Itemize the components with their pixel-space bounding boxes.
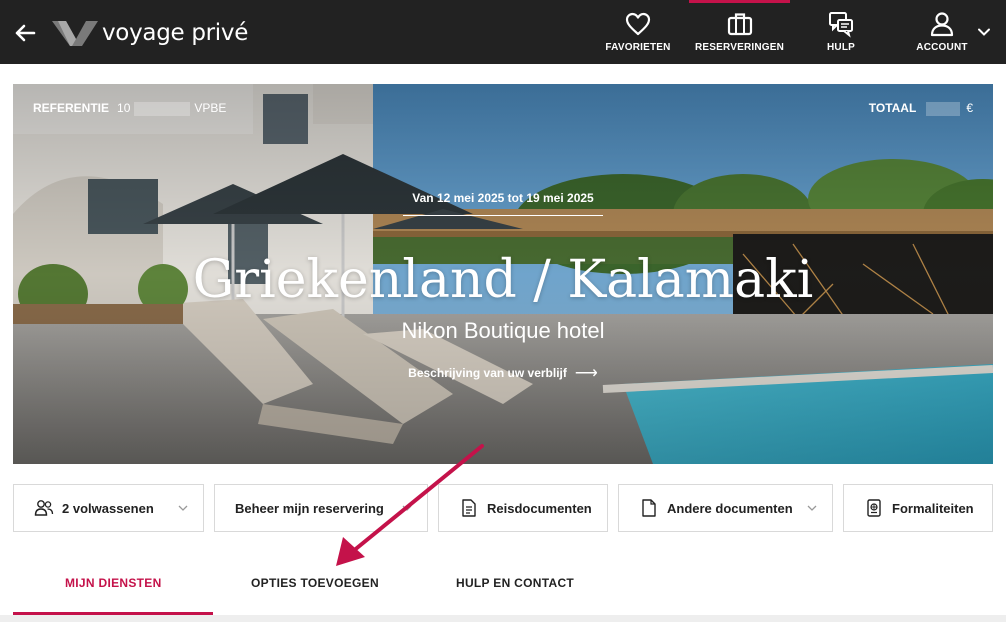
hotel-name: Nikon Boutique hotel xyxy=(401,318,605,343)
travel-documents-label: Reisdocumenten xyxy=(487,500,592,516)
nav-favorites-label: FAVORIETEN xyxy=(605,42,671,53)
reference-label: REFERENTIE xyxy=(33,101,110,115)
nav-favorites[interactable]: FAVORIETEN xyxy=(603,0,673,64)
people-icon xyxy=(34,500,54,516)
travel-documents-button[interactable]: Reisdocumenten xyxy=(438,484,608,532)
chevron-down-icon xyxy=(807,505,817,511)
nav-help[interactable]: HULP xyxy=(810,0,872,64)
formalities-label: Formaliteiten xyxy=(892,500,974,516)
content-area-top xyxy=(0,615,1006,622)
chevron-down-icon xyxy=(402,505,412,511)
chevron-down-icon xyxy=(178,505,188,511)
tab-help-contact[interactable]: HULP EN CONTACT xyxy=(456,576,574,590)
nav-help-label: HULP xyxy=(826,42,856,53)
passport-icon xyxy=(867,499,881,517)
logo-text: voyage privé xyxy=(102,20,249,46)
file-icon xyxy=(642,499,656,517)
logo-mark-icon xyxy=(52,21,98,46)
user-icon xyxy=(930,12,954,37)
tab-add-options[interactable]: OPTIES TOEVOEGEN xyxy=(251,576,379,590)
destination-title: Griekenland / Kalamaki xyxy=(192,250,814,310)
formalities-button[interactable]: Formaliteiten xyxy=(843,484,993,532)
top-navigation-bar: voyage privé FAVORIETEN RESERVERINGEN HU… xyxy=(0,0,1006,64)
travellers-dropdown[interactable]: 2 volwassenen xyxy=(13,484,204,532)
total-price: TOTAAL € xyxy=(869,101,973,116)
reservation-hero: REFERENTIE 10 VPBE TOTAAL € Van 12 mei 2025… xyxy=(13,84,993,464)
dates-divider xyxy=(403,215,603,216)
stay-dates: Van 12 mei 2025 tot 19 mei 2025 xyxy=(412,191,594,205)
heart-icon xyxy=(625,12,651,36)
document-icon xyxy=(462,499,476,517)
total-label: TOTAAL xyxy=(868,101,917,115)
nav-reservations-label: RESERVERINGEN xyxy=(694,42,785,53)
manage-reservation-dropdown[interactable]: Beheer mijn reservering xyxy=(214,484,428,532)
reference-suffix: VPBE xyxy=(194,101,227,115)
nav-account[interactable]: ACCOUNT xyxy=(912,0,972,64)
travellers-label: 2 volwassenen xyxy=(62,500,154,516)
currency-symbol: € xyxy=(966,101,973,115)
nav-reservations[interactable]: RESERVERINGEN xyxy=(689,0,790,64)
account-chevron-down-icon[interactable] xyxy=(977,25,991,39)
stay-description-link-label: Beschrijving van uw verblijf xyxy=(408,366,567,380)
chat-icon xyxy=(829,12,853,38)
nav-account-label: ACCOUNT xyxy=(916,42,968,53)
other-documents-dropdown[interactable]: Andere documenten xyxy=(618,484,833,532)
tab-my-services[interactable]: MIJN DIENSTEN xyxy=(65,576,162,590)
arrow-right-icon: ⟶ xyxy=(574,365,598,382)
voyage-prive-logo[interactable]: voyage privé xyxy=(52,18,248,48)
redacted-total xyxy=(926,101,961,116)
suitcase-icon xyxy=(727,13,752,36)
reference-number: REFERENTIE 10 VPBE xyxy=(33,101,226,116)
other-documents-label: Andere documenten xyxy=(667,500,793,516)
back-arrow-icon[interactable] xyxy=(12,20,38,46)
manage-reservation-label: Beheer mijn reservering xyxy=(235,500,384,516)
reference-prefix: 10 xyxy=(117,101,131,115)
stay-description-link[interactable]: Beschrijving van uw verblijf ⟶ xyxy=(13,363,993,383)
redacted-reference xyxy=(134,101,191,116)
